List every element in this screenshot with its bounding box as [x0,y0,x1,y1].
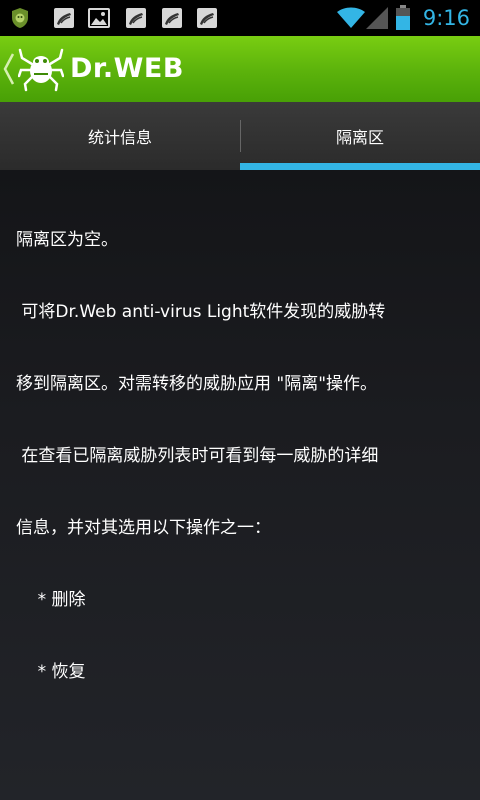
quarantine-info-text: 隔离区为空。 可将Dr.Web anti-virus Light软件发现的威胁转… [16,180,472,732]
tab-label: 隔离区 [335,128,384,147]
tab-label: 统计信息 [87,128,152,147]
image-notification-icon [54,8,74,28]
action-bar: Dr.WEB [0,36,480,102]
battery-icon [396,5,410,30]
image-notification-icon [162,8,182,28]
signal-icon [366,7,388,29]
clock: 9:16 [422,6,470,30]
image-notification-icon [126,8,146,28]
info-line: 在查看已隔离威胁列表时可看到每一威胁的详细 [16,446,379,466]
drweb-spider-logo-icon[interactable] [18,46,64,92]
tab-divider [240,120,241,152]
app-title: Dr.WEB [70,53,184,84]
quarantine-content: 隔离区为空。 可将Dr.Web anti-virus Light软件发现的威胁转… [0,170,480,800]
shield-notification-icon [12,8,28,28]
info-line: 隔离区为空。 [16,230,118,250]
image-notification-icon [197,8,217,28]
tab-quarantine[interactable]: 隔离区 [240,102,480,170]
back-chevron-icon[interactable] [3,52,15,86]
info-line: 移到隔离区。对需转移的威胁应用 "隔离"操作。 [16,374,378,394]
wifi-icon [337,7,365,28]
gallery-notification-icon [88,8,110,28]
tab-statistics[interactable]: 统计信息 [0,102,240,170]
status-bar: 9:16 [0,0,480,36]
action-option-delete: * 删除 [16,590,86,610]
selected-tab-indicator [240,163,480,170]
action-option-restore: * 恢复 [16,662,86,682]
info-line: 信息，并对其选用以下操作之一： [16,518,271,538]
info-line: 可将Dr.Web anti-virus Light软件发现的威胁转 [16,302,386,322]
